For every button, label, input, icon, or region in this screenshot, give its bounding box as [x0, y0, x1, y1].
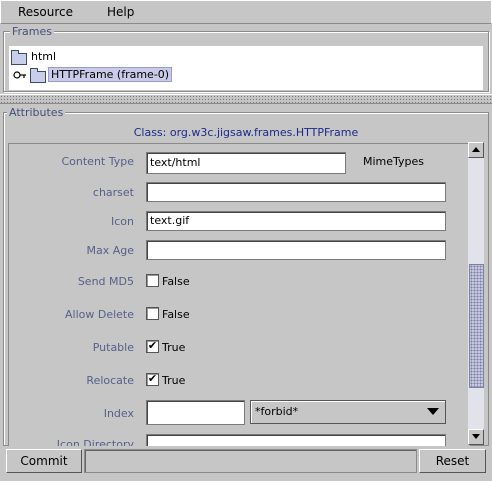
scroll-down-button[interactable]: [468, 429, 484, 445]
allow-delete-checkbox[interactable]: [146, 307, 159, 320]
index-input[interactable]: [146, 400, 245, 425]
putable-value: True: [162, 341, 186, 354]
icon-input[interactable]: text.gif: [146, 211, 446, 231]
arrow-up-icon: [472, 147, 480, 152]
class-name-label: Class: org.w3c.jigsaw.frames.HTTPFrame: [133, 126, 359, 139]
allow-delete-value: False: [162, 308, 190, 321]
attributes-legend: Attributes: [7, 106, 66, 119]
icon-directory-input[interactable]: [146, 434, 446, 446]
send-md5-checkbox[interactable]: [146, 274, 159, 287]
send-md5-value: False: [162, 275, 190, 288]
panel-splitter[interactable]: [0, 94, 492, 104]
key-expand-icon[interactable]: [13, 70, 27, 80]
max-age-label: Max Age: [86, 244, 134, 257]
attributes-scrollbar[interactable]: [468, 142, 484, 445]
menu-help[interactable]: Help: [107, 5, 134, 19]
charset-input[interactable]: [146, 182, 446, 202]
relocate-value: True: [162, 374, 186, 387]
attributes-panel: Attributes Class: org.w3c.jigsaw.frames.…: [3, 106, 489, 446]
index-label: Index: [103, 407, 134, 420]
charset-label: charset: [92, 186, 134, 199]
tree-item-label: HTTPFrame (frame-0): [48, 67, 173, 82]
tree-item-html[interactable]: html: [9, 49, 209, 65]
allow-delete-label: Allow Delete: [64, 308, 134, 321]
putable-label: Putable: [92, 341, 134, 354]
status-field: [84, 449, 417, 473]
scroll-thumb[interactable]: [469, 263, 484, 388]
menu-resource[interactable]: Resource: [18, 5, 73, 19]
frames-legend: Frames: [10, 25, 55, 38]
index-select-value: *forbid*: [255, 405, 299, 418]
frames-tree: html HTTPFrame (frame-0): [9, 46, 483, 90]
index-select[interactable]: *forbid*: [250, 400, 446, 424]
folder-icon: [30, 68, 46, 83]
icon-label: Icon: [111, 215, 134, 228]
commit-button[interactable]: Commit: [6, 449, 82, 473]
send-md5-label: Send MD5: [77, 275, 134, 288]
tree-item-label: html: [31, 50, 57, 63]
mimetypes-label: MimeTypes: [363, 155, 425, 168]
max-age-input[interactable]: [146, 240, 446, 260]
putable-checkbox[interactable]: ✔: [146, 340, 159, 353]
reset-button[interactable]: Reset: [419, 449, 486, 473]
scroll-up-button[interactable]: [468, 142, 484, 158]
frames-panel: Frames html HTTPFrame (frame-0): [3, 25, 489, 92]
attributes-form: Content Type text/html MimeTypes charset…: [8, 143, 470, 446]
arrow-down-icon: [472, 434, 480, 439]
content-type-label: Content Type: [61, 155, 134, 168]
content-type-input[interactable]: text/html: [146, 152, 346, 174]
tree-item-httpframe[interactable]: HTTPFrame (frame-0): [9, 67, 229, 83]
relocate-checkbox[interactable]: ✔: [146, 373, 159, 386]
folder-icon: [11, 50, 27, 65]
menu-bar: Resource Help: [0, 0, 492, 24]
icon-directory-label: Icon Directory: [56, 438, 134, 446]
chevron-down-icon: [427, 408, 439, 415]
relocate-label: Relocate: [86, 374, 134, 387]
